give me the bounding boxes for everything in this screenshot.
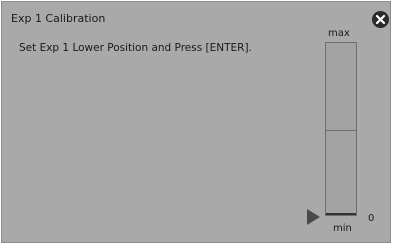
gauge-max-label: max xyxy=(328,28,350,39)
gauge-midline xyxy=(326,130,356,131)
triangle-right-icon xyxy=(307,209,320,225)
position-value: 0 xyxy=(368,213,375,224)
calibration-dialog: Exp 1 Calibration Set Exp 1 Lower Positi… xyxy=(1,1,391,243)
dialog-title: Exp 1 Calibration xyxy=(11,12,106,25)
gauge-min-label: min xyxy=(333,223,352,234)
instruction-text: Set Exp 1 Lower Position and Press [ENTE… xyxy=(19,42,252,54)
position-gauge xyxy=(325,42,357,216)
gauge-level-marker xyxy=(326,213,356,215)
close-icon[interactable] xyxy=(372,11,389,28)
